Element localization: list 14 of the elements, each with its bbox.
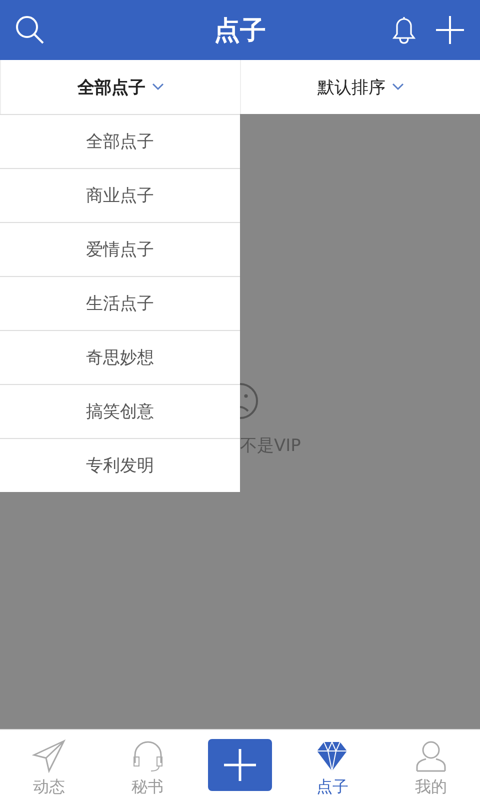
chevron-down-icon <box>392 83 404 91</box>
chevron-down-icon <box>152 83 164 91</box>
search-icon <box>15 15 45 45</box>
headset-icon <box>130 739 165 773</box>
plus-icon <box>223 748 258 782</box>
person-icon <box>414 739 448 773</box>
sad-face-icon <box>240 382 260 420</box>
bell-icon <box>390 14 418 46</box>
page-title: 点子 <box>213 14 267 48</box>
diamond-icon <box>315 739 350 773</box>
plus-icon <box>435 15 465 45</box>
tab-item[interactable]: 点子 <box>283 730 382 800</box>
paper-plane-icon <box>32 739 66 773</box>
add-button[interactable] <box>208 739 272 791</box>
